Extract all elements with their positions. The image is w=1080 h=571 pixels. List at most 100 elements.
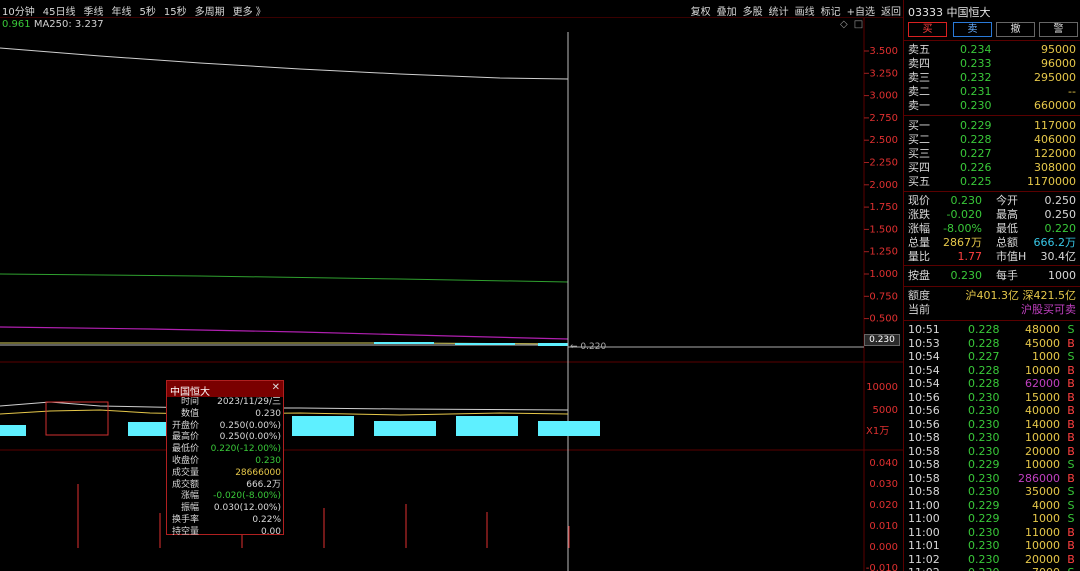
trade-tick-row: 10:58 0.230 20000 B [908, 445, 1076, 459]
trade-time: 11:02 [908, 552, 940, 566]
current-row: 当前 沪股买可卖 [908, 303, 1076, 317]
stats-button[interactable]: 统计 [769, 3, 789, 18]
tab-45day[interactable]: 45日线 [43, 3, 76, 18]
alert-button[interactable]: 警 [1039, 22, 1078, 37]
tooltip-value: 0.00 [260, 526, 281, 537]
trade-volume: 10000 [1025, 539, 1060, 552]
tooltip-row: 最高价 0.250(0.00%) [167, 432, 283, 444]
tooltip-key: 涨幅 [180, 491, 199, 502]
volume-bar [456, 416, 518, 436]
level-volume: 660000 [1034, 99, 1076, 112]
draw-line-button[interactable]: 画线 [795, 3, 815, 18]
quote-value: -0.020 [946, 208, 982, 221]
trade-side: B [1067, 363, 1075, 377]
tab-quarter[interactable]: 季线 [83, 3, 103, 18]
bid-level[interactable]: 买四 0.226 308000 [908, 161, 1076, 175]
bid-level[interactable]: 买二 0.228 406000 [908, 133, 1076, 147]
lot-size-label: 每手 [996, 269, 1018, 282]
multi-stock-button[interactable]: 多股 [743, 3, 763, 18]
bid-level[interactable]: 买五 0.225 1170000 [908, 175, 1076, 189]
buy-button[interactable]: 买 [908, 22, 947, 37]
trade-time: 10:58 [908, 431, 940, 444]
level-price: 0.233 [960, 57, 992, 70]
trade-side: B [1067, 390, 1075, 404]
trade-time: 10:54 [908, 363, 940, 377]
tooltip-row: 涨幅 -0.020(-8.00%) [167, 491, 283, 503]
trade-side: S [1067, 350, 1075, 363]
tooltip-value: 0.22% [252, 514, 281, 525]
trade-tick-row: 11:00 0.230 11000 B [908, 526, 1076, 540]
quote-label: 涨幅 [908, 222, 930, 235]
price-tick-label: 0.750 [869, 291, 898, 302]
quote-value: 0.220 [1044, 222, 1077, 235]
indicator-tick-label: 0.000 [869, 542, 898, 553]
volume-tick-label: 10000 [866, 382, 898, 393]
level-label: 买四 [908, 161, 930, 174]
level-label: 买一 [908, 119, 930, 132]
trade-price: 0.229 [968, 512, 1000, 525]
trade-tick-row: 10:51 0.228 48000 S [908, 323, 1076, 337]
tooltip-row: 持空量 0.00 [167, 527, 283, 539]
volume-ma-line [0, 409, 569, 416]
level-label: 卖三 [908, 71, 930, 84]
tooltip-header: 中国恒大 ✕ [167, 381, 283, 398]
tab-multi-period[interactable]: 多周期 [195, 3, 225, 18]
trade-price: 0.228 [968, 377, 1000, 390]
divider [904, 286, 1080, 287]
volume-bar [292, 416, 354, 436]
kline-chart[interactable]: 3.500 3.250 3.000 2.750 2.500 2.250 2.000 1.750… [0, 18, 903, 571]
tab-more[interactable]: 更多 》 [233, 3, 266, 18]
quote-panel: 03333 中国恒大 买 卖 撤 警 卖五 0.234 95000 卖四 0.233 96… [903, 0, 1080, 571]
trade-side: B [1067, 539, 1075, 552]
trade-volume: 62000 [1025, 377, 1060, 390]
level-label: 买五 [908, 175, 930, 188]
price-tick-label: 1.500 [869, 224, 898, 235]
tooltip-row: 振幅 0.030(12.00%) [167, 503, 283, 515]
back-button[interactable]: 返回 [881, 3, 901, 18]
quote-row: 涨跌 -0.020 最高 0.250 [908, 208, 1076, 222]
trade-side: B [1067, 471, 1075, 485]
ask-level[interactable]: 卖二 0.231 -- [908, 85, 1076, 99]
trade-tick-row: 10:54 0.228 10000 B [908, 364, 1076, 378]
tooltip-row: 开盘价 0.250(0.00%) [167, 421, 283, 433]
adjust-button[interactable]: 复权 [691, 3, 711, 18]
trade-tick-row: 11:02 0.230 20000 B [908, 553, 1076, 567]
level-price: 0.226 [960, 161, 992, 174]
tab-5sec[interactable]: 5秒 [139, 3, 155, 18]
tooltip-value: 0.250(0.00%) [219, 432, 281, 443]
trade-tick-row: 11:00 0.229 1000 S [908, 512, 1076, 526]
ask-level[interactable]: 卖三 0.232 295000 [908, 71, 1076, 85]
close-icon[interactable]: ✕ [272, 382, 280, 393]
level-price: 0.230 [960, 99, 992, 112]
after-hours-value: 0.230 [950, 269, 983, 282]
trade-time: 10:58 [908, 485, 940, 498]
level-label: 卖五 [908, 43, 930, 56]
sell-button[interactable]: 卖 [953, 22, 992, 37]
trade-side: S [1067, 485, 1075, 498]
volume-unit-label: X1万 [866, 426, 890, 437]
ask-level[interactable]: 卖五 0.234 95000 [908, 43, 1076, 57]
volume-tick-label: 5000 [873, 405, 898, 416]
overlay-button[interactable]: 叠加 [717, 3, 737, 18]
price-tick-label: 3.500 [869, 46, 898, 57]
tab-10min[interactable]: 10分钟 [2, 3, 35, 18]
bid-level[interactable]: 买三 0.227 122000 [908, 147, 1076, 161]
volume-axis: 10000 5000 [866, 382, 898, 416]
tooltip-title: 中国恒大 [170, 387, 210, 398]
add-watchlist-button[interactable]: +自选 [847, 3, 875, 18]
trade-tick-row: 10:56 0.230 14000 B [908, 418, 1076, 432]
trade-volume: 10000 [1025, 431, 1060, 444]
ask-level[interactable]: 卖四 0.233 96000 [908, 57, 1076, 71]
level-label: 卖四 [908, 57, 930, 70]
ask-level[interactable]: 卖一 0.230 660000 [908, 99, 1076, 113]
quota-value: 沪401.3亿 深421.5亿 [965, 289, 1076, 302]
mark-button[interactable]: 标记 [821, 3, 841, 18]
trade-side: S [1067, 512, 1075, 525]
tooltip-value: 0.230 [255, 408, 281, 419]
tab-year[interactable]: 年线 [111, 3, 131, 18]
tab-15sec[interactable]: 15秒 [164, 3, 187, 18]
cancel-order-button[interactable]: 撤 [996, 22, 1035, 37]
bid-level[interactable]: 买一 0.229 117000 [908, 119, 1076, 133]
ma-green-line [0, 273, 569, 283]
trade-price: 0.230 [968, 552, 1000, 566]
